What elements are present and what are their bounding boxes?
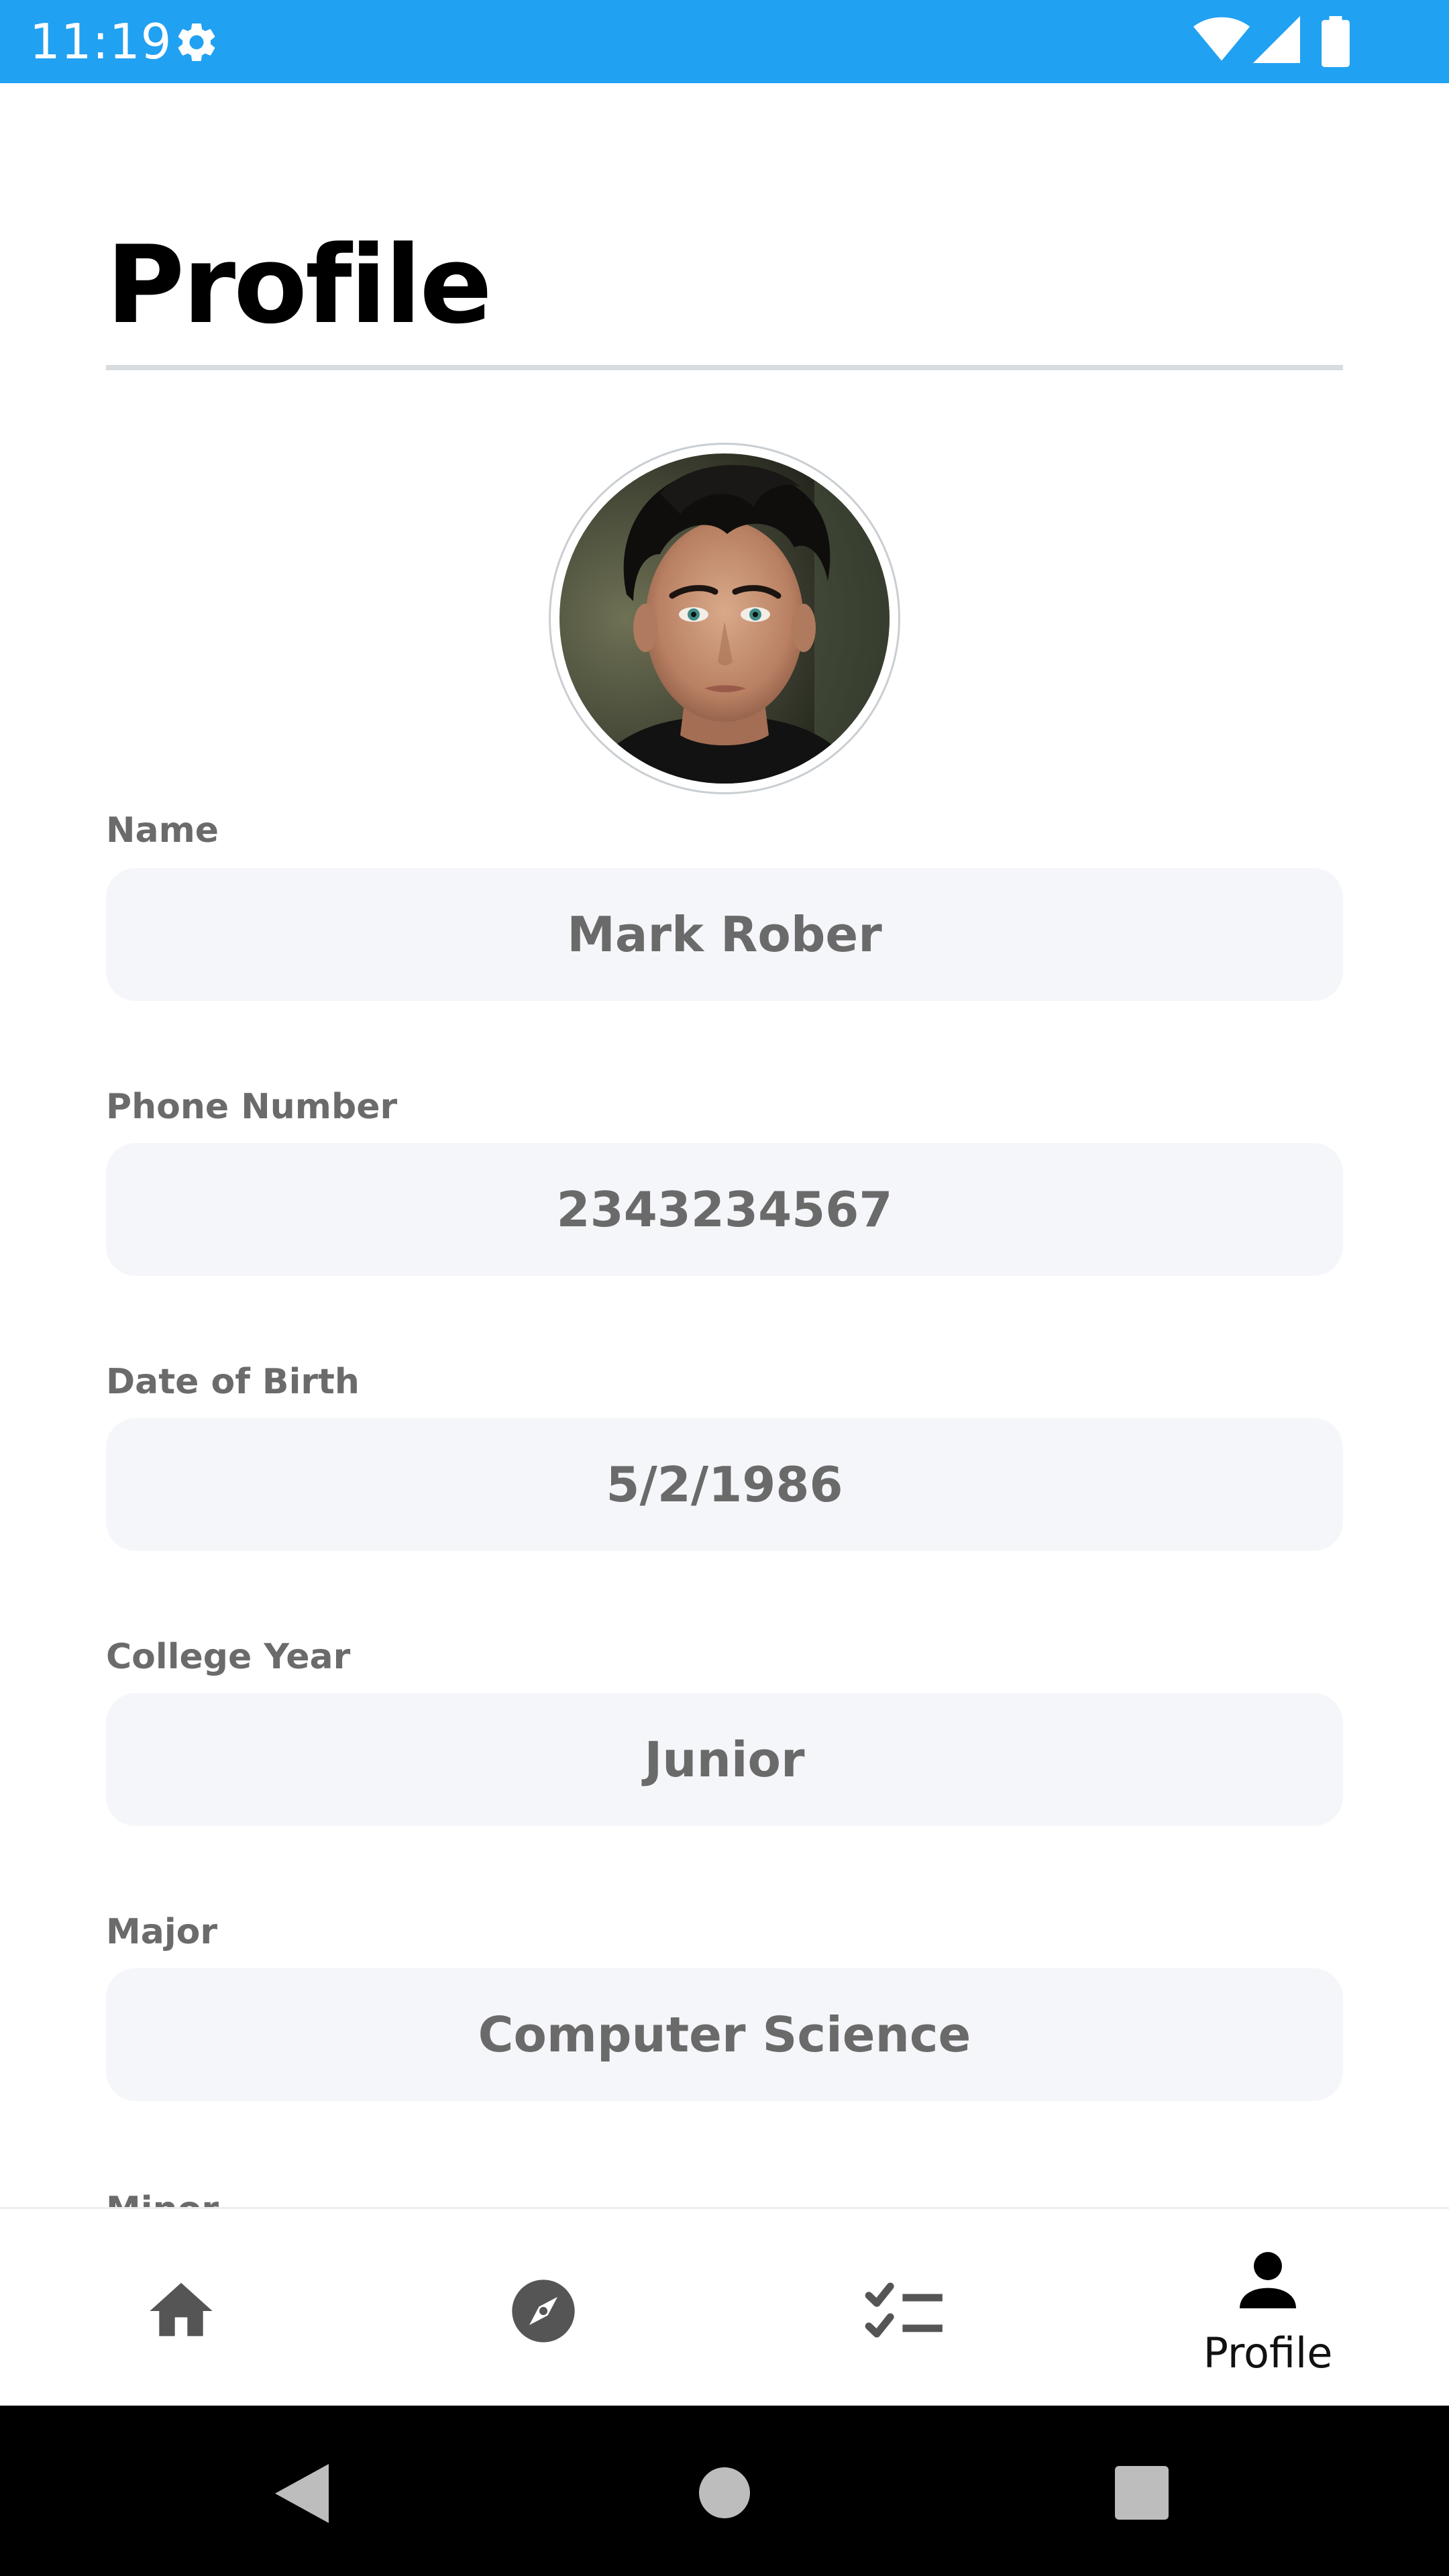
avatar-photo: [559, 453, 890, 784]
nav-home[interactable]: [0, 2209, 362, 2408]
checklist-icon: [865, 2282, 943, 2338]
signal-icon: [1253, 16, 1300, 63]
name-field[interactable]: Mark Rober: [106, 868, 1343, 1001]
phone-field[interactable]: 2343234567: [106, 1143, 1343, 1276]
name-label: Name: [106, 810, 219, 851]
back-icon[interactable]: [275, 2463, 329, 2524]
nav-explore[interactable]: [362, 2209, 724, 2408]
college-year-label: College Year: [106, 1637, 351, 1677]
major-label: Major: [106, 1912, 218, 1952]
nav-profile-label: Profile: [1203, 2328, 1333, 2377]
person-icon: [1240, 2252, 1296, 2308]
wifi-icon: [1193, 17, 1250, 61]
gear-icon: [178, 23, 215, 61]
dob-field[interactable]: 5/2/1986: [106, 1418, 1343, 1551]
college-year-field[interactable]: Junior: [106, 1693, 1343, 1826]
status-time: 11:19: [30, 13, 172, 70]
status-bar: 11:19: [0, 0, 1449, 83]
home-icon: [150, 2283, 213, 2337]
phone-label: Phone Number: [106, 1087, 398, 1127]
home-circle-icon[interactable]: [699, 2467, 750, 2518]
title-divider: [106, 365, 1343, 370]
nav-tasks[interactable]: [724, 2209, 1087, 2408]
system-nav-bar: [0, 2406, 1449, 2576]
dob-label: Date of Birth: [106, 1362, 360, 1402]
page-title: Profile: [106, 222, 492, 347]
recents-icon[interactable]: [1115, 2466, 1169, 2520]
avatar[interactable]: [559, 453, 890, 784]
battery-icon: [1322, 16, 1350, 67]
nav-profile[interactable]: Profile: [1087, 2209, 1449, 2408]
compass-icon: [512, 2279, 575, 2343]
major-field[interactable]: Computer Science: [106, 1968, 1343, 2101]
bottom-nav: Profile: [0, 2207, 1449, 2406]
